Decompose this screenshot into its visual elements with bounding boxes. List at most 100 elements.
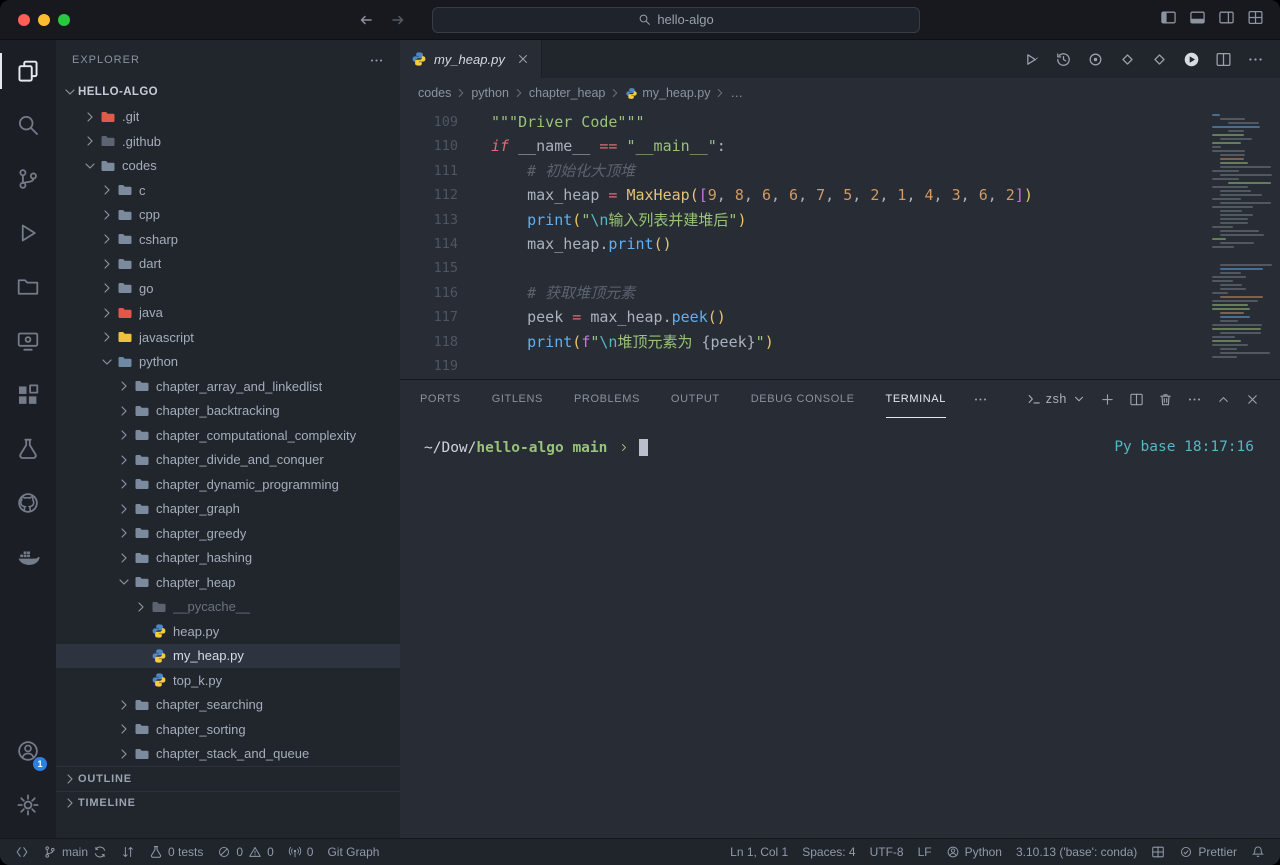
terminal-more-button[interactable]: [1187, 392, 1202, 407]
code-line[interactable]: 116 # 获取堆顶元素: [400, 281, 1280, 305]
tree-folder-cpp[interactable]: cpp: [56, 203, 400, 228]
tree-folder-chapter_heap[interactable]: chapter_heap: [56, 570, 400, 595]
status-tests-status[interactable]: 0 tests: [142, 839, 210, 865]
code-line[interactable]: 115: [400, 256, 1280, 280]
timeline-section[interactable]: TIMELINE: [56, 791, 400, 816]
status-notifications[interactable]: [1244, 839, 1272, 865]
code-editor[interactable]: 109"""Driver Code"""110if __name__ == "_…: [400, 108, 1280, 379]
activity-item-accounts[interactable]: 1: [0, 724, 56, 778]
run-python-file-button[interactable]: [1022, 51, 1040, 68]
code-runner-button[interactable]: [1183, 51, 1200, 68]
kill-terminal-button[interactable]: [1158, 392, 1173, 407]
code-line[interactable]: 111 # 初始化大顶堆: [400, 159, 1280, 183]
open-changes-button[interactable]: [1087, 51, 1104, 68]
tree-folder-chapter_divide_and_conquer[interactable]: chapter_divide_and_conquer: [56, 448, 400, 473]
activity-item-settings[interactable]: [0, 778, 56, 832]
panel-tab-terminal[interactable]: TERMINAL: [886, 380, 946, 418]
tree-folder-java[interactable]: java: [56, 301, 400, 326]
status-ports-status[interactable]: 0: [281, 839, 321, 865]
status-remote-indicator[interactable]: [8, 839, 36, 865]
tree-root-hello-algo[interactable]: HELLO-ALGO: [56, 80, 400, 105]
activity-item-docker[interactable]: [0, 530, 56, 584]
panel-tab-output[interactable]: OUTPUT: [671, 380, 720, 418]
toggle-primary-sidebar-button[interactable]: [1160, 9, 1177, 31]
tree-folder-chapter_graph[interactable]: chapter_graph: [56, 497, 400, 522]
activity-item-search[interactable]: [0, 98, 56, 152]
tree-folder-chapter_stack_and_queue[interactable]: chapter_stack_and_queue: [56, 742, 400, 767]
tree-file-heap.py[interactable]: heap.py: [56, 619, 400, 644]
status-encoding[interactable]: UTF-8: [863, 839, 911, 865]
tree-folder-chapter_backtracking[interactable]: chapter_backtracking: [56, 399, 400, 424]
code-line[interactable]: 110if __name__ == "__main__":: [400, 134, 1280, 158]
toggle-secondary-sidebar-button[interactable]: [1218, 9, 1235, 31]
explorer-more-actions-icon[interactable]: [369, 53, 384, 68]
tree-folder-chapter_array_and_linkedlist[interactable]: chapter_array_and_linkedlist: [56, 374, 400, 399]
history-forward-icon[interactable]: [390, 12, 406, 28]
maximize-panel-button[interactable]: [1216, 392, 1231, 407]
toggle-panel-button[interactable]: [1189, 9, 1206, 31]
tree-folder-codes[interactable]: codes: [56, 154, 400, 179]
panel-tab-problems[interactable]: PROBLEMS: [574, 380, 640, 418]
activity-item-github[interactable]: [0, 476, 56, 530]
code-line[interactable]: 114 max_heap.print(): [400, 232, 1280, 256]
new-terminal-button[interactable]: [1100, 392, 1115, 407]
code-line[interactable]: 118 print(f"\n堆顶元素为 {peek}"): [400, 330, 1280, 354]
file-history-button[interactable]: [1055, 51, 1072, 68]
status-cursor-position[interactable]: Ln 1, Col 1: [723, 839, 795, 865]
activity-item-extensions[interactable]: [0, 368, 56, 422]
status-prettier-status[interactable]: Prettier: [1172, 839, 1244, 865]
status-extension-status[interactable]: [1144, 839, 1172, 865]
status-branch-status[interactable]: main: [36, 839, 114, 865]
close-panel-button[interactable]: [1245, 392, 1260, 407]
activity-item-testing[interactable]: [0, 422, 56, 476]
tree-folder-go[interactable]: go: [56, 276, 400, 301]
close-tab-icon[interactable]: [516, 52, 530, 66]
tree-folder-javascript[interactable]: javascript: [56, 325, 400, 350]
tree-folder-.git[interactable]: .git: [56, 105, 400, 130]
outline-section[interactable]: OUTLINE: [56, 766, 400, 791]
status-python-interpreter[interactable]: 3.10.13 ('base': conda): [1009, 839, 1144, 865]
split-terminal-button[interactable]: [1129, 392, 1144, 407]
tree-folder-chapter_sorting[interactable]: chapter_sorting: [56, 717, 400, 742]
panel-tab-ports[interactable]: PORTS: [420, 380, 461, 418]
panel-more-tabs-icon[interactable]: [973, 392, 988, 407]
panel-tab-gitlens[interactable]: GITLENS: [492, 380, 543, 418]
activity-item-explorer[interactable]: [0, 44, 56, 98]
customize-layout-button[interactable]: [1247, 9, 1264, 31]
zoom-window-button[interactable]: [58, 14, 70, 26]
breadcrumb-item-…[interactable]: …: [730, 86, 743, 100]
tree-folder-chapter_dynamic_programming[interactable]: chapter_dynamic_programming: [56, 472, 400, 497]
tree-folder-chapter_computational_complexity[interactable]: chapter_computational_complexity: [56, 423, 400, 448]
status-git-compare[interactable]: [114, 839, 142, 865]
tree-folder-python[interactable]: python: [56, 350, 400, 375]
terminal[interactable]: ~/Dow/hello-algo main Py base 18:17:16: [400, 418, 1280, 838]
activity-item-run-debug[interactable]: [0, 206, 56, 260]
status-eol[interactable]: LF: [911, 839, 939, 865]
tree-folder-csharp[interactable]: csharp: [56, 227, 400, 252]
code-line[interactable]: 109"""Driver Code""": [400, 110, 1280, 134]
next-change-button[interactable]: [1151, 51, 1168, 68]
breadcrumb-item-codes[interactable]: codes: [418, 86, 451, 100]
status-indentation[interactable]: Spaces: 4: [795, 839, 862, 865]
code-line[interactable]: 119: [400, 354, 1280, 378]
status-git-graph[interactable]: Git Graph: [320, 839, 386, 865]
activity-item-project-folder[interactable]: [0, 260, 56, 314]
previous-change-button[interactable]: [1119, 51, 1136, 68]
tree-folder-chapter_hashing[interactable]: chapter_hashing: [56, 546, 400, 571]
tree-folder-__pycache__[interactable]: __pycache__: [56, 595, 400, 620]
minimap[interactable]: [1210, 108, 1274, 379]
breadcrumb-item-my_heap.py[interactable]: my_heap.py: [625, 86, 710, 100]
panel-tab-debug-console[interactable]: DEBUG CONSOLE: [751, 380, 855, 418]
breadcrumb-item-chapter_heap[interactable]: chapter_heap: [529, 86, 605, 100]
command-center-search[interactable]: hello-algo: [432, 7, 920, 33]
tree-folder-chapter_greedy[interactable]: chapter_greedy: [56, 521, 400, 546]
tree-folder-dart[interactable]: dart: [56, 252, 400, 277]
tree-file-top_k.py[interactable]: top_k.py: [56, 668, 400, 693]
activity-item-source-control[interactable]: [0, 152, 56, 206]
activity-item-remote-explorer[interactable]: [0, 314, 56, 368]
close-window-button[interactable]: [18, 14, 30, 26]
tree-folder-chapter_searching[interactable]: chapter_searching: [56, 693, 400, 718]
tree-file-my_heap.py[interactable]: my_heap.py: [56, 644, 400, 669]
code-line[interactable]: 112 max_heap = MaxHeap([9, 8, 6, 6, 7, 5…: [400, 183, 1280, 207]
shell-selector[interactable]: zsh: [1027, 392, 1086, 406]
